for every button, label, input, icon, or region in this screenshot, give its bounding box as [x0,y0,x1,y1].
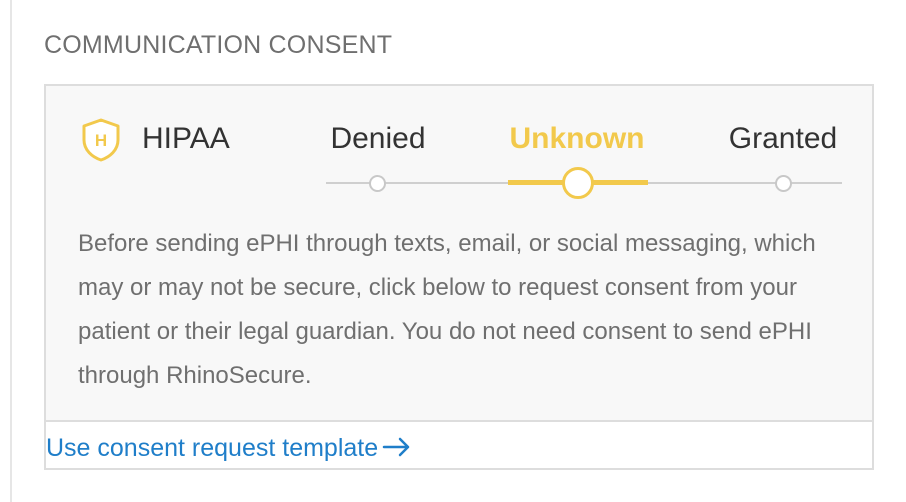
section-title: COMMUNICATION CONSENT [44,31,393,59]
consent-option-granted[interactable]: Granted [698,122,868,156]
hipaa-label: HIPAA [142,122,230,155]
consent-request-template-label: Use consent request template [46,434,379,462]
consent-option-denied[interactable]: Denied [293,122,463,156]
hipaa-icon-letter: H [95,131,107,150]
consent-slider-stop-denied[interactable] [369,175,386,192]
consent-slider-handle[interactable] [562,167,594,199]
left-divider [10,0,12,502]
consent-slider-stop-granted[interactable] [775,175,792,192]
consent-description: Before sending ePHI through texts, email… [78,230,816,389]
hipaa-shield-icon: H [82,118,120,162]
arrow-right-icon [382,437,410,457]
consent-request-template-link[interactable]: Use consent request template [46,434,412,463]
consent-option-unknown[interactable]: Unknown [492,122,662,156]
